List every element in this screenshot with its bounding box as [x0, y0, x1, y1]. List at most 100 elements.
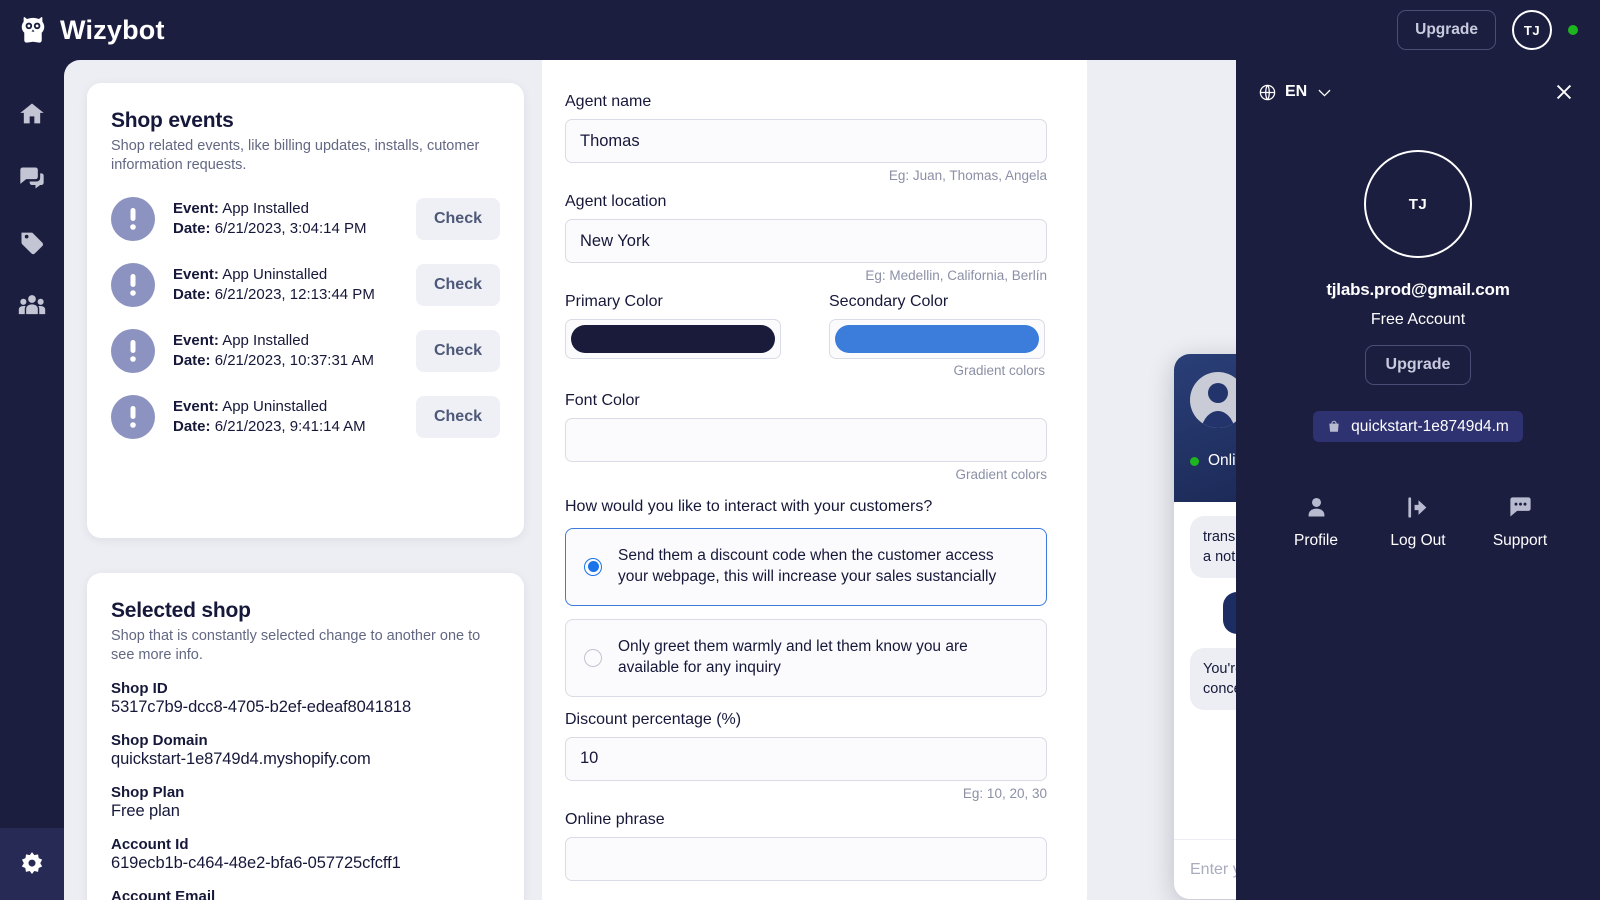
event-row: Event: App Installed Date: 6/21/2023, 3:… — [111, 197, 500, 242]
brand-name: Wizybot — [60, 14, 165, 45]
logout-icon — [1407, 497, 1426, 518]
event-value: App Uninstalled — [222, 266, 328, 283]
alert-icon — [111, 329, 155, 374]
date-value: 6/21/2023, 12:13:44 PM — [214, 286, 375, 304]
exclamation-icon — [130, 340, 136, 363]
event-value: App Installed — [222, 332, 309, 349]
shop-plan-field: Shop Plan Free plan — [111, 784, 500, 821]
sidebar-item-tags[interactable] — [0, 210, 64, 274]
drawer-shop-name: quickstart-1e8749d4.m — [1351, 417, 1509, 435]
secondary-color-picker[interactable] — [829, 319, 1045, 359]
home-icon — [20, 103, 44, 124]
sidebar-item-customers[interactable] — [0, 274, 64, 338]
event-label: Event: — [173, 266, 219, 283]
avatar[interactable]: TJ — [1512, 10, 1552, 50]
check-button[interactable]: Check — [415, 330, 500, 373]
agent-location-field: Agent location Eg: Medellin, California,… — [565, 193, 1064, 283]
agent-location-hint: Eg: Medellin, California, Berlín — [865, 268, 1047, 283]
primary-color-picker[interactable] — [565, 319, 781, 359]
alert-icon — [111, 395, 155, 440]
event-value: App Uninstalled — [222, 398, 328, 415]
person-icon — [1308, 497, 1324, 517]
sidebar-item-home[interactable] — [0, 82, 64, 146]
shop-id-value: 5317c7b9-dcc8-4705-b2ef-edeaf8041818 — [111, 698, 412, 717]
brand-logo[interactable]: Wizybot — [18, 15, 165, 46]
language-code: EN — [1285, 83, 1308, 100]
account-drawer: EN TJ tjlabs.prod@gmail.com Free Account… — [1236, 60, 1600, 900]
agent-location-input[interactable] — [565, 219, 1047, 263]
event-label: Event: — [173, 398, 219, 415]
agent-name-hint: Eg: Juan, Thomas, Angela — [888, 168, 1047, 183]
drawer-account-email: tjlabs.prod@gmail.com — [1326, 280, 1510, 299]
close-icon — [1556, 84, 1572, 100]
shop-domain-label: Shop Domain — [111, 732, 208, 750]
drawer-support-label: Support — [1492, 532, 1548, 549]
discount-percentage-label: Discount percentage (%) — [565, 710, 742, 728]
font-color-hint: Gradient colors — [955, 467, 1047, 482]
discount-percentage-input[interactable] — [565, 736, 1047, 781]
event-label: Event: — [173, 332, 219, 349]
radio-greet[interactable] — [584, 648, 602, 667]
shop-plan-label: Shop Plan — [111, 784, 185, 802]
sidebar-item-conversations[interactable] — [0, 146, 64, 210]
check-button[interactable]: Check — [415, 198, 500, 241]
drawer-account-plan: Free Account — [1370, 311, 1466, 328]
account-email-label: Account Email — [111, 888, 216, 900]
drawer-top-bar: EN — [1258, 78, 1578, 106]
secondary-color-swatch — [835, 325, 1039, 353]
primary-color-swatch — [571, 325, 775, 353]
agent-settings-form: Agent name Eg: Juan, Thomas, Angela Agen… — [542, 60, 1087, 900]
tag-icon — [21, 232, 44, 255]
online-phrase-label: Online phrase — [565, 810, 665, 828]
font-color-input[interactable] — [565, 418, 1047, 462]
drawer-upgrade-button[interactable]: Upgrade — [1364, 345, 1472, 385]
chat-bubbles-icon — [20, 167, 44, 189]
date-label: Date: — [173, 220, 211, 238]
account-id-value: 619ecb1b-c464-48e2-bfa6-057725cfcff1 — [111, 854, 401, 873]
sidebar-rail — [0, 60, 64, 900]
check-button[interactable]: Check — [415, 264, 500, 307]
account-id-field: Account Id 619ecb1b-c464-48e2-bfa6-05772… — [111, 836, 500, 873]
upgrade-button[interactable]: Upgrade — [1397, 10, 1496, 50]
check-button[interactable]: Check — [415, 396, 500, 439]
event-row: Event: App Uninstalled Date: 6/21/2023, … — [111, 263, 500, 308]
drawer-action-row: Profile Log Out Support — [1258, 494, 1578, 550]
primary-color-field: Primary Color — [565, 293, 781, 378]
radio-discount[interactable] — [584, 557, 602, 576]
app-root: Wizybot Upgrade TJ Shop events Shop rela… — [0, 0, 1600, 900]
interaction-option-greet[interactable]: Only greet them warmly and let them know… — [565, 618, 1047, 697]
drawer-support-action[interactable]: Support — [1474, 494, 1566, 550]
event-text: Event: App Uninstalled Date: 6/21/2023, … — [173, 397, 398, 438]
drawer-logout-action[interactable]: Log Out — [1372, 494, 1464, 550]
secondary-color-label: Secondary Color — [829, 293, 949, 310]
shop-domain-value: quickstart-1e8749d4.myshopify.com — [111, 750, 371, 769]
alert-icon — [111, 197, 155, 242]
event-label: Event: — [173, 200, 219, 217]
chat-online-dot — [1190, 456, 1199, 466]
date-value: 6/21/2023, 10:37:31 AM — [214, 352, 374, 370]
drawer-close-button[interactable] — [1550, 78, 1578, 106]
people-group-icon — [18, 295, 46, 315]
language-selector[interactable]: EN — [1258, 83, 1334, 102]
event-row: Event: App Installed Date: 6/21/2023, 10… — [111, 329, 500, 374]
online-status-dot — [1568, 25, 1578, 35]
chevron-down-icon — [1318, 89, 1331, 97]
shop-id-label: Shop ID — [111, 680, 168, 698]
drawer-profile-action[interactable]: Profile — [1270, 494, 1362, 550]
selected-shop-title: Selected shop — [111, 599, 251, 622]
event-row: Event: App Uninstalled Date: 6/21/2023, … — [111, 395, 500, 440]
agent-location-label: Agent location — [565, 193, 667, 210]
online-phrase-field: Online phrase — [565, 811, 1064, 881]
interaction-option-discount[interactable]: Send them a discount code when the custo… — [565, 528, 1047, 606]
interaction-question: How would you like to interact with your… — [565, 498, 933, 515]
shop-events-card: Shop events Shop related events, like bi… — [87, 83, 524, 538]
event-text: Event: App Installed Date: 6/21/2023, 3:… — [173, 199, 398, 240]
secondary-color-field: Secondary Color Gradient colors — [829, 293, 1045, 378]
secondary-color-hint: Gradient colors — [953, 363, 1045, 378]
agent-name-input[interactable] — [565, 119, 1047, 163]
drawer-shop-chip[interactable]: quickstart-1e8749d4.m — [1313, 411, 1523, 442]
online-phrase-input[interactable] — [565, 836, 1047, 881]
sidebar-item-settings[interactable] — [0, 828, 64, 900]
agent-name-field: Agent name Eg: Juan, Thomas, Angela — [565, 93, 1064, 183]
alert-icon — [111, 263, 155, 308]
